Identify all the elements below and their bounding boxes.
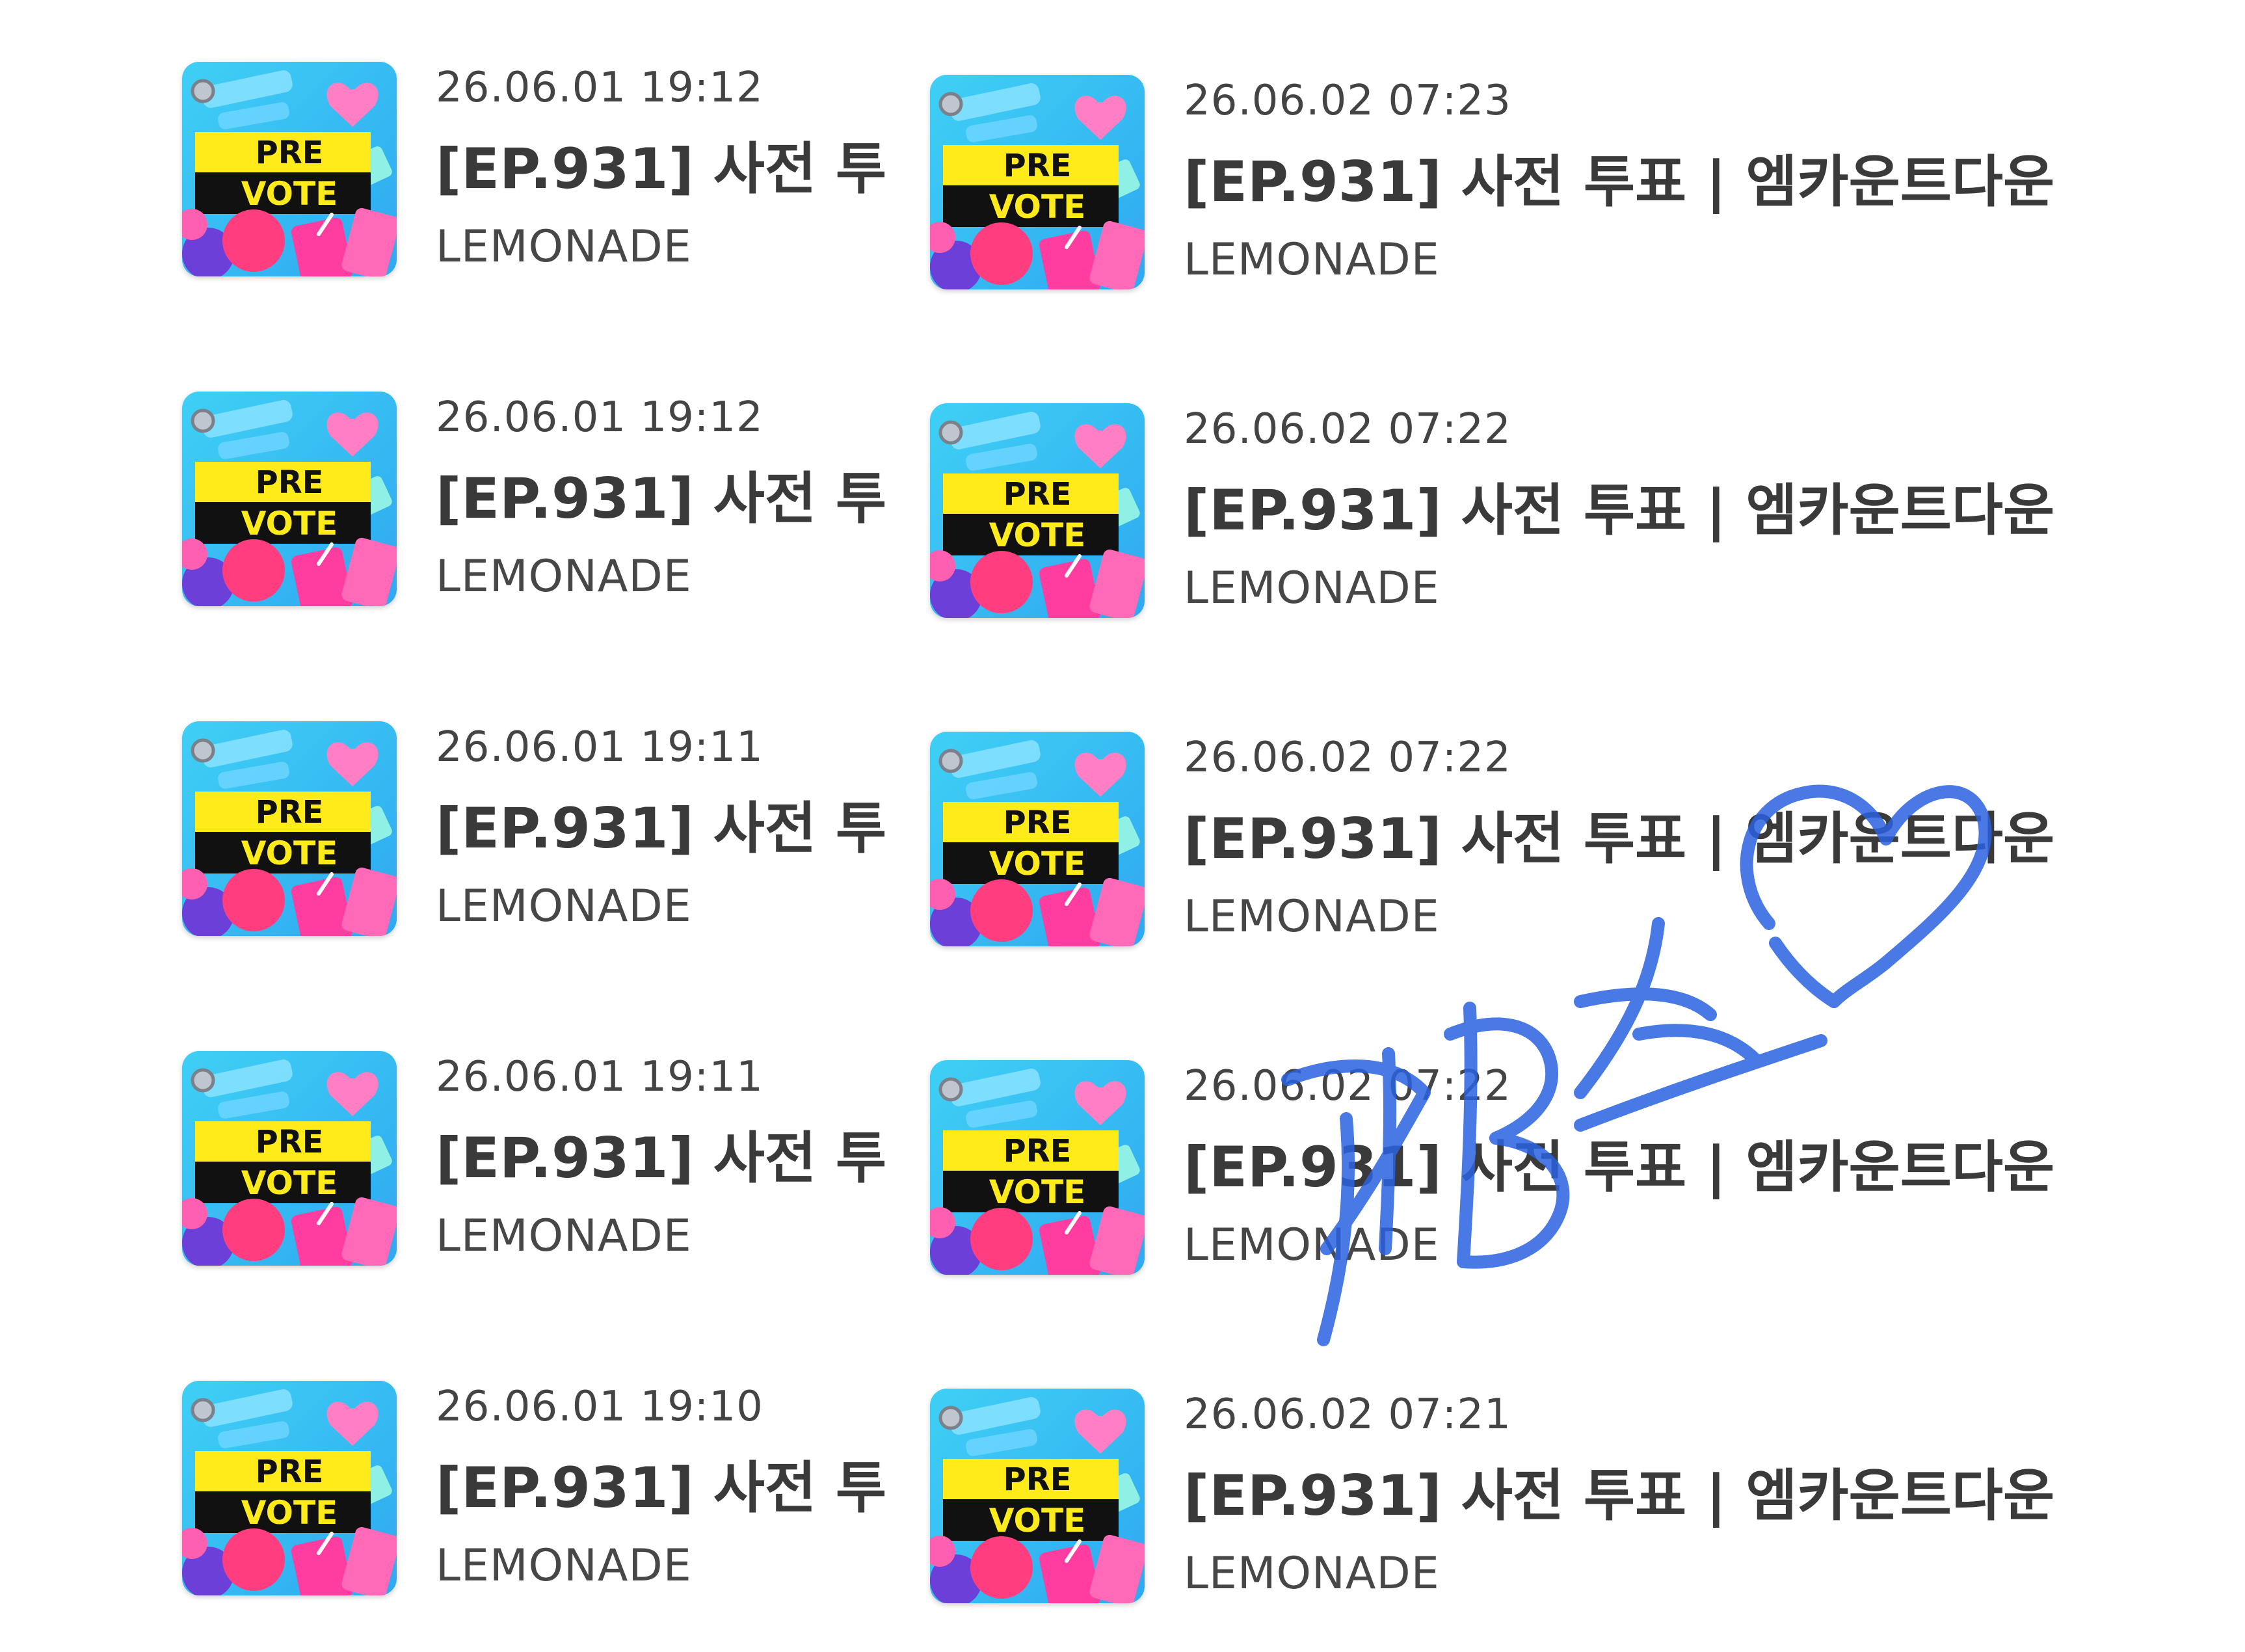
vote-date: 26.06.02 07:21	[1184, 1391, 1511, 1439]
svg-text:VOTE: VOTE	[989, 1502, 1086, 1539]
vote-title: [EP.931] 사전 투표 | 엠카운트다운	[1184, 478, 2055, 543]
svg-text:VOTE: VOTE	[241, 505, 338, 542]
vote-date: 26.06.02 07:22	[1184, 734, 1511, 782]
vote-title: [EP.931] 사전 투표	[436, 1456, 884, 1521]
svg-text:PRE: PRE	[256, 1454, 324, 1490]
list-item[interactable]: PREVOTE 26.06.01 19:11 [EP.931] 사전 투표 LE…	[182, 721, 884, 942]
svg-text:VOTE: VOTE	[241, 834, 338, 872]
pre-vote-thumbnail: PRE VOTE	[930, 1060, 1145, 1275]
vote-title: [EP.931] 사전 투표 | 엠카운트다운	[1184, 806, 2055, 872]
artist-name: LEMONADE	[436, 881, 692, 932]
list-item[interactable]: PRE VOTE 26.06.01 19:11 [EP.931] 사전 투표 LE…	[182, 1051, 884, 1272]
svg-text:PRE: PRE	[256, 135, 324, 171]
list-item[interactable]: PRE VOTE 26.06.01 19:12 [EP.931] 사전 투표 LE…	[182, 62, 884, 283]
list-item[interactable]: PRE VOTE 26.06.02 07:22 [EP.931] 사전 투표 | …	[930, 732, 2088, 953]
artist-name: LEMONADE	[1184, 1548, 1440, 1599]
vote-date: 26.06.02 07:22	[1184, 405, 1511, 453]
artist-name: LEMONADE	[436, 1210, 692, 1262]
vote-date: 26.06.01 19:12	[436, 64, 764, 112]
svg-text:PRE: PRE	[1003, 476, 1072, 513]
pre-vote-thumbnail: PRE VOTE	[182, 62, 397, 276]
vote-title: [EP.931] 사전 투표 | 엠카운트다운	[1184, 150, 2055, 215]
vote-title: [EP.931] 사전 투표 | 엠카운트다운	[1184, 1135, 2055, 1200]
artist-name: LEMONADE	[436, 221, 692, 273]
vote-date: 26.06.01 19:11	[436, 1053, 764, 1101]
pre-vote-thumbnail: PRE VOTE	[182, 1381, 397, 1595]
list-item[interactable]: PRE VOTE 26.06.01 19:10 [EP.931] 사전 투표 LE…	[182, 1381, 884, 1602]
list-item[interactable]: PRE VOTE 26.06.02 07:22 [EP.931] 사전 투표 | …	[930, 1060, 2088, 1281]
svg-text:VOTE: VOTE	[989, 845, 1086, 883]
vote-title: [EP.931] 사전 투표	[436, 137, 884, 202]
list-item[interactable]: PRE VOTE 26.06.02 07:21 [EP.931] 사전 투표 | …	[930, 1389, 2088, 1610]
artist-name: LEMONADE	[1184, 234, 1440, 286]
artist-name: LEMONADE	[1184, 891, 1440, 942]
vote-date: 26.06.02 07:23	[1184, 77, 1511, 125]
list-item[interactable]: PRE VOTE 26.06.02 07:22 [EP.931] 사전 투표 | …	[930, 403, 2088, 624]
artist-name: LEMONADE	[1184, 563, 1440, 614]
svg-text:PRE: PRE	[256, 464, 324, 501]
vote-title: [EP.931] 사전 투표 | 엠카운트다운	[1184, 1463, 2055, 1528]
vote-date: 26.06.01 19:11	[436, 723, 764, 771]
vote-date: 26.06.01 19:12	[436, 393, 764, 442]
svg-text:PRE: PRE	[1003, 805, 1072, 841]
svg-text:PRE: PRE	[1003, 1133, 1072, 1169]
svg-text:VOTE: VOTE	[241, 175, 338, 213]
vote-date: 26.06.01 19:10	[436, 1383, 764, 1431]
list-item[interactable]: PRE VOTE 26.06.02 07:23 [EP.931] 사전 투표 | …	[930, 75, 2088, 296]
svg-text:VOTE: VOTE	[241, 1494, 338, 1532]
svg-text:VOTE: VOTE	[241, 1164, 338, 1202]
pre-vote-thumbnail: PRE VOTE	[182, 1051, 397, 1266]
vote-title: [EP.931] 사전 투표	[436, 796, 884, 861]
svg-text:PRE: PRE	[256, 794, 324, 831]
artist-name: LEMONADE	[436, 551, 692, 602]
artist-name: LEMONADE	[436, 1540, 692, 1592]
pre-vote-thumbnail: PRE VOTE	[930, 403, 1145, 618]
svg-text:PRE: PRE	[1003, 1461, 1072, 1498]
list-item[interactable]: PRE VOTE 26.06.01 19:12 [EP.931] 사전 투표 LE…	[182, 392, 884, 613]
svg-text:PRE: PRE	[1003, 148, 1072, 184]
vote-title: [EP.931] 사전 투표	[436, 1126, 884, 1191]
svg-text:VOTE: VOTE	[989, 516, 1086, 554]
svg-text:VOTE: VOTE	[989, 1173, 1086, 1211]
pre-vote-thumbnail: PRE VOTE	[930, 732, 1145, 946]
vote-date: 26.06.02 07:22	[1184, 1062, 1511, 1110]
pre-vote-thumbnail: PRE VOTE	[182, 392, 397, 606]
svg-text:PRE: PRE	[256, 1124, 324, 1160]
pre-vote-thumbnail: PRE VOTE	[182, 721, 397, 936]
svg-text:VOTE: VOTE	[989, 188, 1086, 226]
vote-title: [EP.931] 사전 투표	[436, 466, 884, 531]
artist-name: LEMONADE	[1184, 1219, 1440, 1271]
pre-vote-thumbnail: PRE VOTE	[930, 1389, 1145, 1603]
pre-vote-thumbnail: PRE VOTE	[930, 75, 1145, 289]
